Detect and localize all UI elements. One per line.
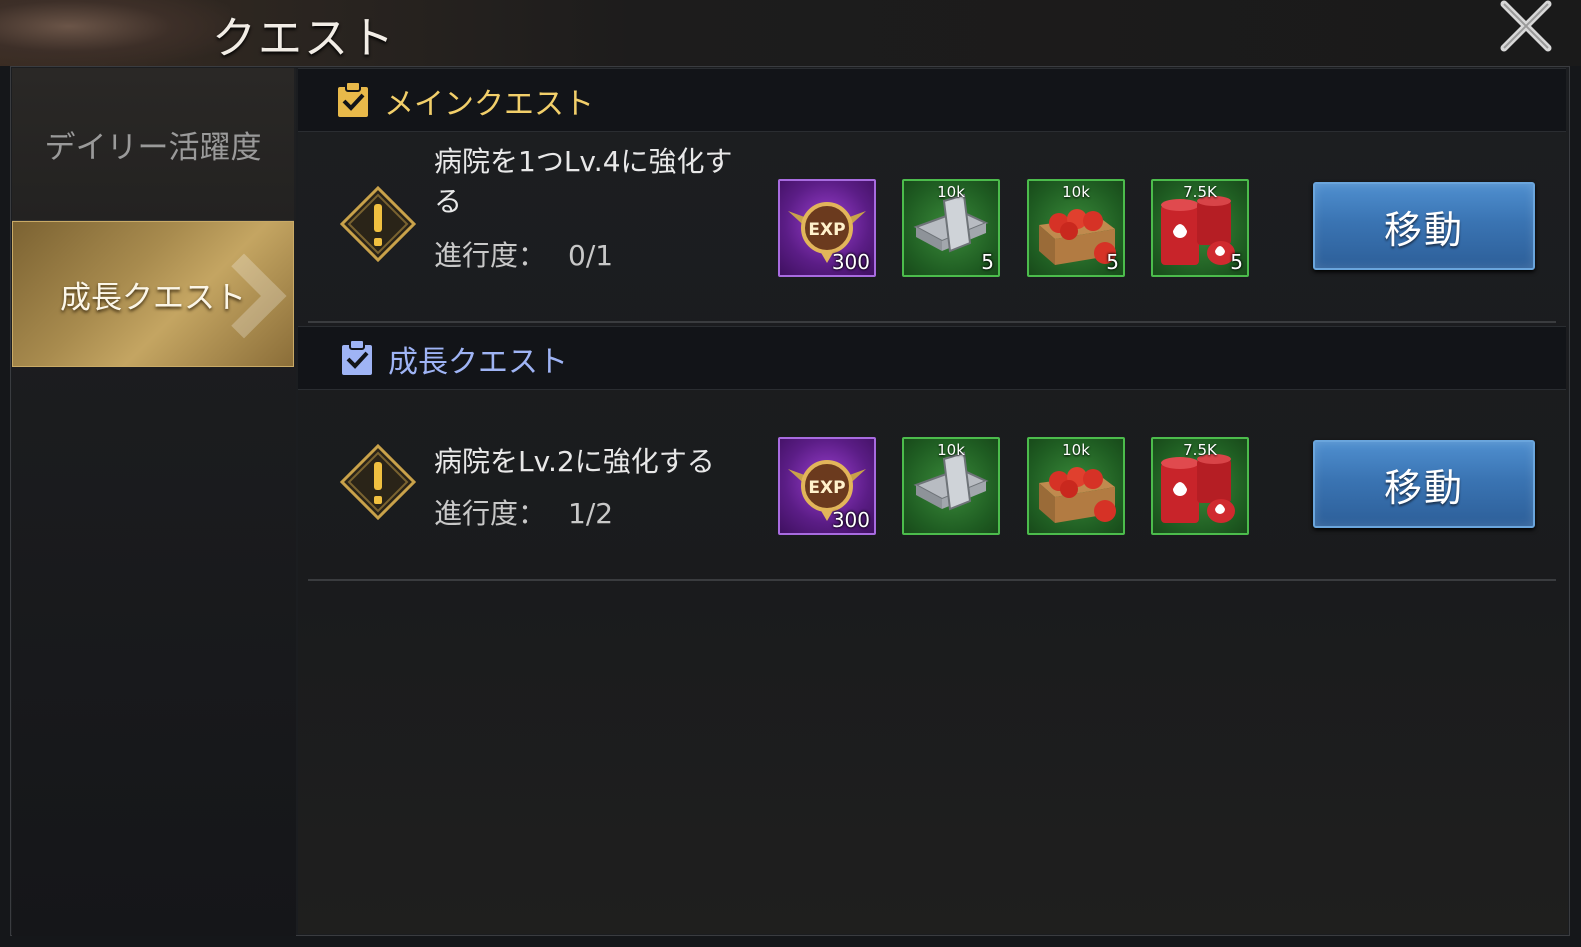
quest-progress: 進行度： 1/2 bbox=[434, 492, 613, 532]
section-header-main-quest: メインクエスト bbox=[298, 68, 1566, 132]
close-icon[interactable] bbox=[1498, 0, 1554, 54]
sidebar: デイリー活躍度 成長クエスト bbox=[12, 68, 296, 936]
reward-top-label: 10k bbox=[937, 441, 965, 459]
reward-top-label: 10k bbox=[1062, 183, 1090, 201]
reward-steel[interactable]: 10k 5 bbox=[902, 179, 1000, 277]
quest-text-line: 病院を1つLv.4に強化す bbox=[434, 145, 733, 178]
reward-top-label: 10k bbox=[937, 183, 965, 201]
reward-quantity: 5 bbox=[1106, 250, 1119, 274]
quest-description: 病院をLv.2に強化する bbox=[434, 442, 715, 482]
quest-row: 病院を1つLv.4に強化す る 進行度： 0/1 EXP 300 10k 5 1… bbox=[298, 130, 1566, 326]
reward-oil[interactable]: 7.5K 5 bbox=[1151, 179, 1249, 277]
reward-top-label: 10k bbox=[1062, 441, 1090, 459]
quest-text-line: 病院をLv.2に強化する bbox=[434, 445, 715, 478]
reward-quantity: 5 bbox=[981, 250, 994, 274]
section-header-growth-quest: 成長クエスト bbox=[298, 326, 1566, 390]
tab-label: 成長クエスト bbox=[60, 279, 246, 316]
reward-top-label: 7.5K bbox=[1183, 441, 1217, 459]
quest-description: 病院を1つLv.4に強化す る bbox=[434, 142, 733, 222]
progress-value: 1/2 bbox=[568, 497, 614, 530]
quest-text-line: る bbox=[434, 185, 463, 218]
clipboard-check-icon bbox=[342, 339, 372, 375]
exp-badge-text: EXP bbox=[808, 478, 845, 498]
reward-food[interactable]: 10k bbox=[1027, 437, 1125, 535]
tab-daily-activity[interactable]: デイリー活躍度 bbox=[12, 68, 294, 221]
row-divider bbox=[308, 321, 1556, 323]
move-button[interactable]: 移動 bbox=[1313, 182, 1535, 270]
progress-label: 進行度： bbox=[434, 497, 547, 530]
progress-label: 進行度： bbox=[434, 239, 547, 272]
section-title: 成長クエスト bbox=[388, 345, 568, 380]
reward-food[interactable]: 10k 5 bbox=[1027, 179, 1125, 277]
row-divider bbox=[308, 579, 1556, 581]
exp-badge-text: EXP bbox=[808, 220, 845, 240]
reward-quantity: 300 bbox=[831, 508, 870, 532]
move-button[interactable]: 移動 bbox=[1313, 440, 1535, 528]
clipboard-check-icon bbox=[338, 81, 368, 117]
progress-value: 0/1 bbox=[568, 239, 614, 272]
tab-growth-quest[interactable]: 成長クエスト bbox=[12, 221, 294, 367]
quest-progress: 進行度： 0/1 bbox=[434, 234, 613, 274]
reward-exp[interactable]: EXP 300 bbox=[778, 179, 876, 277]
reward-oil[interactable]: 7.5K bbox=[1151, 437, 1249, 535]
reward-quantity: 300 bbox=[831, 250, 870, 274]
quest-row: 病院をLv.2に強化する 進行度： 1/2 EXP 300 10k 10k 7.… bbox=[298, 388, 1566, 578]
reward-steel[interactable]: 10k bbox=[902, 437, 1000, 535]
warning-diamond-icon bbox=[340, 444, 416, 520]
window-header: クエスト bbox=[0, 0, 1581, 66]
tab-label: デイリー活躍度 bbox=[44, 129, 262, 166]
section-title: メインクエスト bbox=[384, 87, 594, 122]
reward-top-label: 7.5K bbox=[1183, 183, 1217, 201]
reward-quantity: 5 bbox=[1230, 250, 1243, 274]
quest-panel: メインクエスト 病院を1つLv.4に強化す る 進行度： 0/1 EXP 300 bbox=[298, 68, 1568, 934]
reward-exp[interactable]: EXP 300 bbox=[778, 437, 876, 535]
header-artwork bbox=[0, 0, 230, 66]
window-title: クエスト bbox=[212, 13, 396, 64]
warning-diamond-icon bbox=[340, 186, 416, 262]
